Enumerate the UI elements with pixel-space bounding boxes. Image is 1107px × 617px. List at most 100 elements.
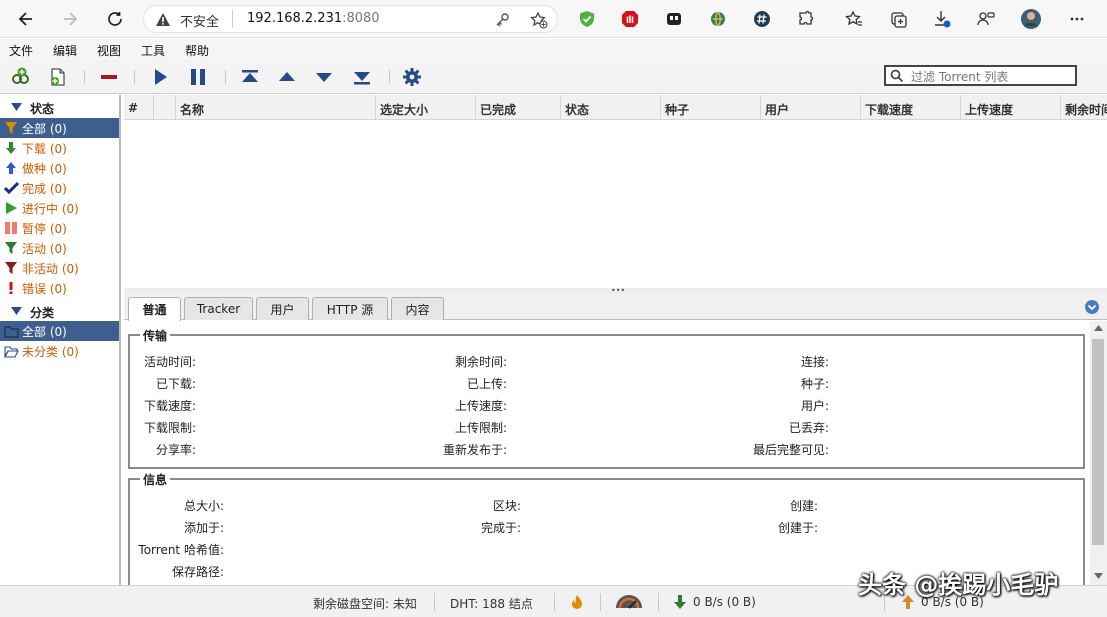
menu-bar: 文件 编辑 视图 工具 帮助 [0,39,1107,60]
tab-http-sources[interactable]: HTTP 源 [312,297,388,320]
exclamation-icon [3,280,19,296]
transfer-label: 已丢弃: [788,421,829,435]
move-up-button[interactable] [275,66,299,88]
move-bottom-button[interactable] [350,66,374,88]
transfer-label: 上传限制: [454,421,507,435]
status-separator [554,593,555,611]
transfer-label: 剩余时间: [454,355,507,369]
options-button[interactable] [400,66,424,88]
status-filter-downloading[interactable]: 下载 (0) [0,138,119,158]
extension-globe-icon[interactable] [707,8,729,30]
scrollbar-thumb[interactable] [1092,339,1104,545]
status-group-label: 状态 [30,102,55,116]
status-filter-paused-label: 暂停 (0) [22,221,67,236]
status-filter-active[interactable]: 活动 (0) [0,238,119,258]
tab-trackers[interactable]: Tracker [184,297,253,320]
menu-view[interactable]: 视图 [97,42,121,59]
toolbar-separator [84,70,85,84]
gear-icon [403,68,421,86]
resume-button[interactable] [148,66,172,88]
column-header-upload-speed[interactable]: 上传速度 [961,95,1061,120]
category-filter-all[interactable]: 全部 (0) [0,321,119,341]
extensions-puzzle-icon[interactable] [795,8,817,30]
column-header-seeds[interactable]: 种子 [661,95,761,120]
address-bar[interactable]: 不安全 192.168.2.231:8080 [143,5,558,33]
info-label: 添加于: [183,521,224,535]
url-port: :8080 [342,11,380,26]
move-top-button[interactable] [238,66,262,88]
menu-help[interactable]: 帮助 [185,42,209,59]
profile-switch-icon[interactable] [975,8,997,30]
tab-peers[interactable]: 用户 [256,297,309,320]
transfer-label: 最后完整可见: [752,443,829,457]
info-label: 创建: [789,499,818,513]
reload-button[interactable] [103,7,127,31]
category-group-header[interactable]: 分类 [0,304,121,322]
status-filter-inactive-label: 非活动 (0) [22,261,79,276]
status-filter-resumed[interactable]: 进行中 (0) [0,198,119,218]
transfer-label: 下载速度: [143,399,196,413]
move-bottom-icon [354,72,370,85]
column-header-done[interactable]: 已完成 [476,95,561,120]
status-filter-inactive[interactable]: 非活动 (0) [0,258,119,278]
ublock-extension-icon[interactable] [619,8,641,30]
favorites-icon[interactable] [843,8,865,30]
back-button[interactable] [14,7,38,31]
transfer-label: 活动时间: [143,355,196,369]
collapse-panel-icon[interactable] [1085,300,1099,314]
adguard-extension-icon[interactable] [576,8,598,30]
tab-content[interactable]: 内容 [391,297,444,320]
forward-arrow-icon [64,12,78,26]
category-filter-all-label: 全部 (0) [22,324,67,339]
downloads-icon[interactable] [931,8,953,30]
column-header-name[interactable]: 名称 [176,95,376,120]
checkmark-icon [3,180,19,196]
column-header-index[interactable]: # [124,95,154,120]
status-group-header[interactable]: 状态 [0,100,121,118]
menu-tools[interactable]: 工具 [141,42,165,59]
column-header-peers[interactable]: 用户 [761,95,861,120]
download-speed[interactable]: 0 B/s (0 B) [693,595,756,609]
transfer-group-title: 传输 [140,327,171,344]
transfer-label: 连接: [800,355,829,369]
transfer-label: 已下载: [155,377,196,391]
more-menu-icon[interactable] [1066,8,1088,30]
status-filter-seeding[interactable]: 做种 (0) [0,158,119,178]
connection-status-icon[interactable] [570,594,584,610]
information-group-title: 信息 [140,471,171,488]
play-icon [155,69,167,85]
collections-icon[interactable] [887,8,909,30]
forward-button[interactable] [58,7,82,31]
column-header-priority[interactable] [154,95,176,120]
menu-edit[interactable]: 编辑 [53,42,77,59]
status-filter-errored[interactable]: 错误 (0) [0,278,119,298]
toolbar-separator [134,70,135,84]
user-avatar[interactable] [1020,8,1042,30]
column-header-eta[interactable]: 剩余时间 [1061,95,1107,120]
status-filter-completed[interactable]: 完成 (0) [0,178,119,198]
add-torrent-link-button[interactable] [9,66,33,88]
collapse-triangle-icon [11,103,22,111]
alt-speed-limit-icon[interactable] [614,593,644,609]
pause-icon [3,220,19,236]
reload-icon [108,12,122,26]
scroll-down-arrow-icon [1094,573,1103,579]
menu-file[interactable]: 文件 [9,42,33,59]
status-filter-all[interactable]: 全部 (0) [0,118,119,138]
pause-button[interactable] [186,66,210,88]
column-header-download-speed[interactable]: 下载速度 [861,95,961,120]
move-down-button[interactable] [312,66,336,88]
security-indicator[interactable]: 不安全 [180,11,219,30]
add-torrent-file-button[interactable] [46,66,70,88]
tab-general[interactable]: 普通 [128,297,181,321]
vertical-scrollbar[interactable] [1090,321,1107,585]
column-header-status[interactable]: 状态 [561,95,661,120]
extension-hash-icon[interactable] [751,8,773,30]
remove-torrent-button[interactable] [97,66,121,88]
url-text[interactable]: 192.168.2.231:8080 [247,11,380,26]
add-file-icon [51,68,65,86]
status-filter-paused[interactable]: 暂停 (0) [0,218,119,238]
torrent-filter-input[interactable]: 过滤 Torrent 列表 [884,65,1077,86]
column-header-selected-size[interactable]: 选定大小 [376,95,476,120]
extension-dark-icon[interactable] [663,8,685,30]
